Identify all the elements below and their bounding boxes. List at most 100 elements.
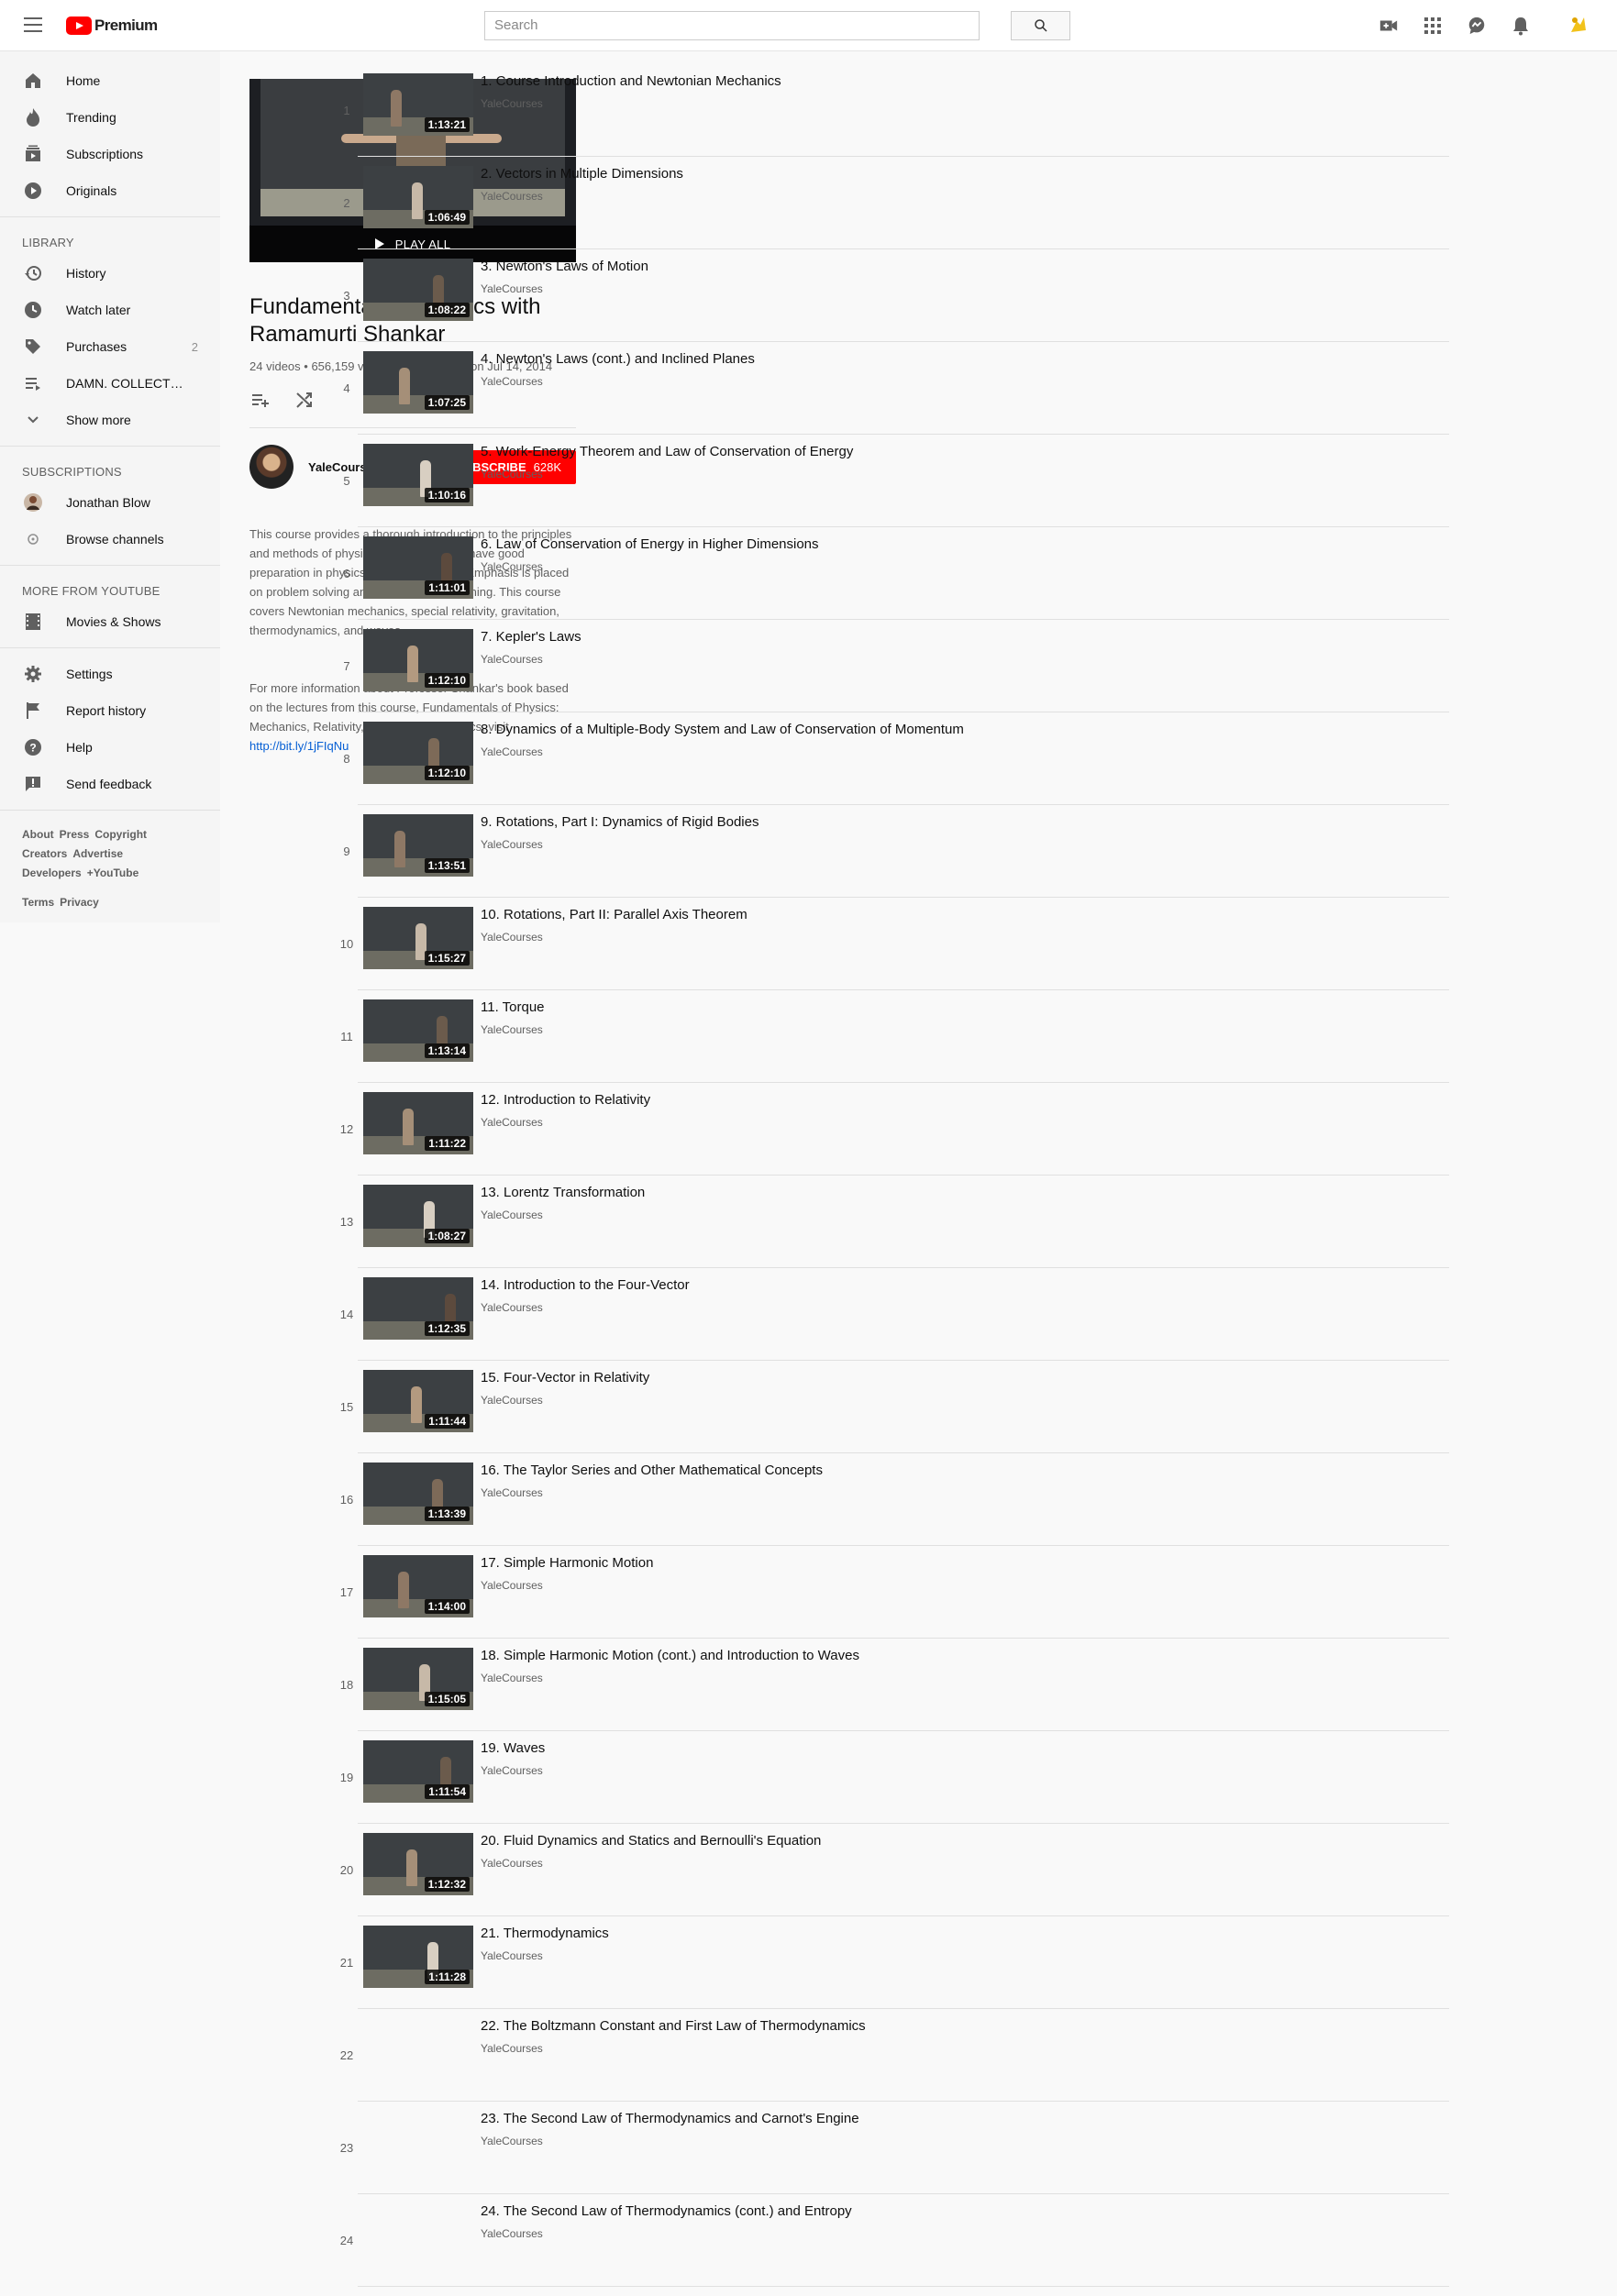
- playlist-row[interactable]: 5 1:10:16 5. Work-Energy Theorem and Law o…: [330, 435, 1449, 527]
- video-thumbnail[interactable]: 1:12:10: [363, 722, 473, 784]
- sidebar-item-report-history[interactable]: Report history: [0, 692, 220, 729]
- video-channel[interactable]: YaleCourses: [481, 97, 543, 110]
- video-thumbnail[interactable]: 1:11:22: [363, 1092, 473, 1154]
- footer-link[interactable]: Creators: [22, 847, 67, 860]
- video-title[interactable]: 17. Simple Harmonic Motion: [481, 1555, 653, 1571]
- video-channel[interactable]: YaleCourses: [481, 1209, 543, 1221]
- video-channel[interactable]: YaleCourses: [481, 1116, 543, 1129]
- sidebar-item-playlist[interactable]: DAMN. COLLECT…: [0, 365, 220, 402]
- video-channel[interactable]: YaleCourses: [481, 653, 543, 666]
- video-title[interactable]: 14. Introduction to the Four-Vector: [481, 1277, 690, 1293]
- video-thumbnail[interactable]: 1:11:28: [363, 1926, 473, 1988]
- playlist-row[interactable]: 8 1:12:10 8. Dynamics of a Multiple-Body S…: [330, 712, 1449, 805]
- video-channel[interactable]: YaleCourses: [481, 1023, 543, 1036]
- playlist-row[interactable]: 15 1:11:44 15. Four-Vector in Relativity Ya…: [330, 1361, 1449, 1453]
- video-channel[interactable]: YaleCourses: [481, 1301, 543, 1314]
- video-thumbnail[interactable]: 1:13:21: [363, 73, 473, 136]
- sidebar-item-jonathan-blow[interactable]: Jonathan Blow: [0, 484, 220, 521]
- video-thumbnail[interactable]: 1:13:51: [363, 814, 473, 877]
- sidebar-item-browse-channels[interactable]: Browse channels: [0, 521, 220, 557]
- playlist-row[interactable]: 23 23. The Second Law of Thermodynamics a…: [330, 2102, 1449, 2194]
- sidebar-item-trending[interactable]: Trending: [0, 99, 220, 136]
- video-thumbnail[interactable]: 1:12:32: [363, 1833, 473, 1895]
- video-channel[interactable]: YaleCourses: [481, 2042, 543, 2055]
- video-thumbnail[interactable]: [363, 2111, 473, 2173]
- video-channel[interactable]: YaleCourses: [481, 375, 543, 388]
- playlist-row[interactable]: 13 1:08:27 13. Lorentz Transformation YaleC…: [330, 1176, 1449, 1268]
- video-channel[interactable]: YaleCourses: [481, 2227, 543, 2240]
- video-title[interactable]: 2. Vectors in Multiple Dimensions: [481, 166, 683, 182]
- search-input[interactable]: Search: [484, 11, 980, 40]
- video-title[interactable]: 15. Four-Vector in Relativity: [481, 1370, 649, 1385]
- playlist-row[interactable]: 3 1:08:22 3. Newton's Laws of Motion YaleCo…: [330, 249, 1449, 342]
- video-thumbnail[interactable]: [363, 2203, 473, 2266]
- playlist-row[interactable]: 16 1:13:39 16. The Taylor Series and Other…: [330, 1453, 1449, 1546]
- video-title[interactable]: 5. Work-Energy Theorem and Law of Conser…: [481, 444, 853, 459]
- playlist-row[interactable]: 2 1:06:49 2. Vectors in Multiple Dimension…: [330, 157, 1449, 249]
- create-video-icon[interactable]: [1378, 15, 1400, 37]
- video-thumbnail[interactable]: 1:11:01: [363, 536, 473, 599]
- sidebar-item-subscriptions[interactable]: Subscriptions: [0, 136, 220, 172]
- video-thumbnail[interactable]: 1:11:44: [363, 1370, 473, 1432]
- playlist-row[interactable]: 4 1:07:25 4. Newton's Laws (cont.) and Inc…: [330, 342, 1449, 435]
- youtube-premium-logo[interactable]: Premium: [66, 17, 158, 35]
- video-channel[interactable]: YaleCourses: [481, 468, 543, 480]
- video-title[interactable]: 9. Rotations, Part I: Dynamics of Rigid …: [481, 814, 759, 830]
- sidebar-item-settings[interactable]: Settings: [0, 656, 220, 692]
- video-thumbnail[interactable]: 1:06:49: [363, 166, 473, 228]
- playlist-row[interactable]: 1 1:13:21 1. Course Introduction and Newto…: [330, 64, 1449, 157]
- sidebar-item-purchases[interactable]: Purchases 2: [0, 328, 220, 365]
- video-thumbnail[interactable]: 1:13:39: [363, 1463, 473, 1525]
- video-title[interactable]: 8. Dynamics of a Multiple-Body System an…: [481, 722, 964, 737]
- video-channel[interactable]: YaleCourses: [481, 838, 543, 851]
- apps-grid-icon[interactable]: [1422, 15, 1444, 37]
- video-channel[interactable]: YaleCourses: [481, 1672, 543, 1684]
- video-title[interactable]: 13. Lorentz Transformation: [481, 1185, 645, 1200]
- video-title[interactable]: 1. Course Introduction and Newtonian Mec…: [481, 73, 781, 89]
- sidebar-item-send-feedback[interactable]: Send feedback: [0, 766, 220, 802]
- video-channel[interactable]: YaleCourses: [481, 2135, 543, 2147]
- search-button[interactable]: [1011, 11, 1070, 40]
- video-title[interactable]: 12. Introduction to Relativity: [481, 1092, 650, 1108]
- video-thumbnail[interactable]: 1:08:22: [363, 259, 473, 321]
- video-channel[interactable]: YaleCourses: [481, 745, 543, 758]
- video-channel[interactable]: YaleCourses: [481, 1949, 543, 1962]
- video-thumbnail[interactable]: 1:13:14: [363, 999, 473, 1062]
- video-thumbnail[interactable]: 1:15:27: [363, 907, 473, 969]
- video-channel[interactable]: YaleCourses: [481, 190, 543, 203]
- playlist-row[interactable]: 24 24. The Second Law of Thermodynamics (…: [330, 2194, 1449, 2287]
- account-avatar[interactable]: [1563, 11, 1592, 40]
- playlist-row[interactable]: 10 1:15:27 10. Rotations, Part II: Paralle…: [330, 898, 1449, 990]
- footer-link[interactable]: +YouTube: [87, 867, 139, 879]
- sidebar-item-originals[interactable]: Originals: [0, 172, 220, 209]
- sidebar-item-home[interactable]: Home: [0, 62, 220, 99]
- video-thumbnail[interactable]: 1:14:00: [363, 1555, 473, 1617]
- playlist-row[interactable]: 6 1:11:01 6. Law of Conservation of Energy…: [330, 527, 1449, 620]
- footer-link[interactable]: About: [22, 828, 54, 841]
- playlist-row[interactable]: 21 1:11:28 21. Thermodynamics YaleCourses: [330, 1916, 1449, 2009]
- playlist-row[interactable]: 7 1:12:10 7. Kepler's Laws YaleCourses: [330, 620, 1449, 712]
- sidebar-item-help[interactable]: ? Help: [0, 729, 220, 766]
- video-channel[interactable]: YaleCourses: [481, 560, 543, 573]
- video-channel[interactable]: YaleCourses: [481, 931, 543, 944]
- video-channel[interactable]: YaleCourses: [481, 282, 543, 295]
- playlist-row[interactable]: 18 1:15:05 18. Simple Harmonic Motion (con…: [330, 1639, 1449, 1731]
- footer-link[interactable]: Advertise: [72, 847, 123, 860]
- footer-link[interactable]: Press: [60, 828, 90, 841]
- footer-link[interactable]: Privacy: [60, 896, 99, 909]
- video-title[interactable]: 20. Fluid Dynamics and Statics and Berno…: [481, 1833, 821, 1849]
- video-title[interactable]: 18. Simple Harmonic Motion (cont.) and I…: [481, 1648, 859, 1663]
- playlist-row[interactable]: 17 1:14:00 17. Simple Harmonic Motion YaleC…: [330, 1546, 1449, 1639]
- owner-avatar[interactable]: [249, 445, 293, 489]
- playlist-row[interactable]: 11 1:13:14 11. Torque YaleCourses: [330, 990, 1449, 1083]
- video-title[interactable]: 22. The Boltzmann Constant and First Law…: [481, 2018, 866, 2034]
- video-title[interactable]: 19. Waves: [481, 1740, 545, 1756]
- video-title[interactable]: 6. Law of Conservation of Energy in High…: [481, 536, 819, 552]
- video-title[interactable]: 4. Newton's Laws (cont.) and Inclined Pl…: [481, 351, 755, 367]
- video-title[interactable]: 24. The Second Law of Thermodynamics (co…: [481, 2203, 852, 2219]
- menu-icon[interactable]: [24, 17, 42, 32]
- notifications-bell-icon[interactable]: [1510, 15, 1532, 37]
- footer-link[interactable]: Terms: [22, 896, 54, 909]
- playlist-row[interactable]: 19 1:11:54 19. Waves YaleCourses: [330, 1731, 1449, 1824]
- video-channel[interactable]: YaleCourses: [481, 1394, 543, 1407]
